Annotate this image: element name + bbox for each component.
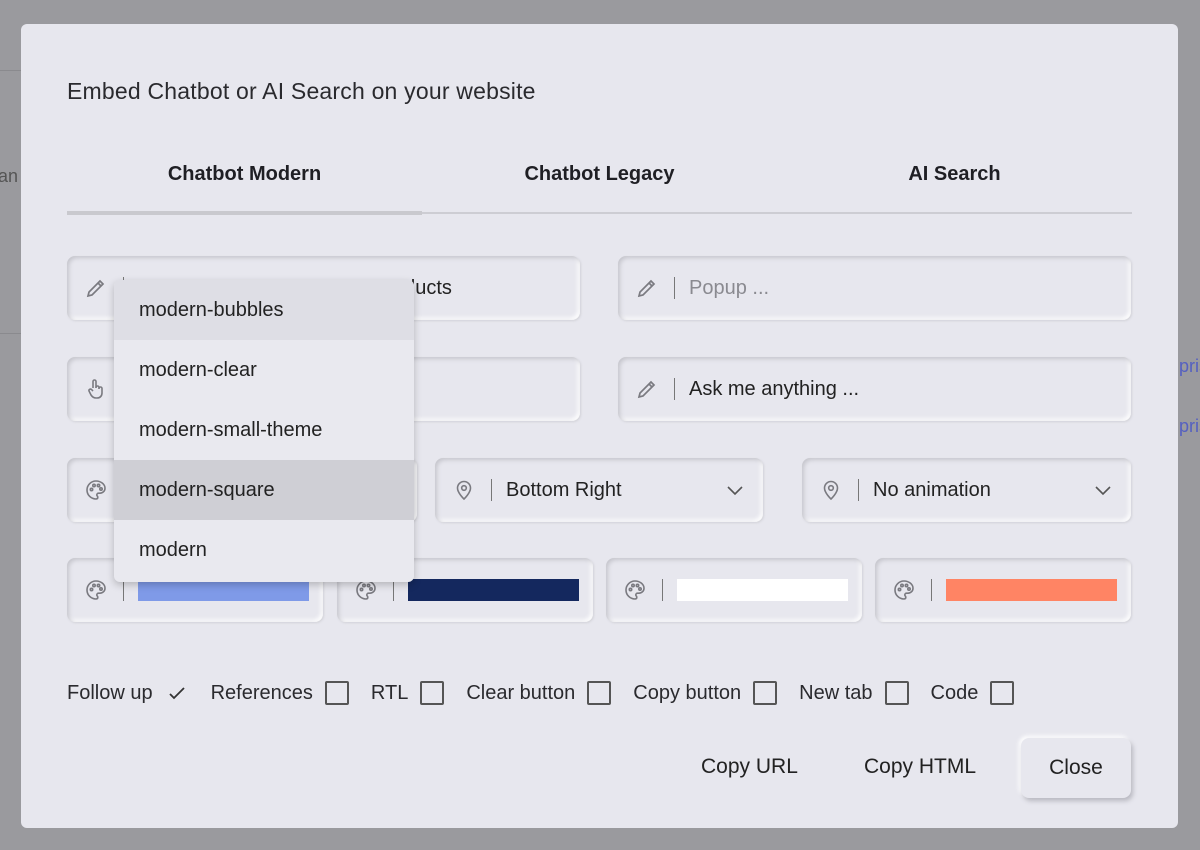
background-color-field[interactable] [606,558,862,622]
dropdown-option[interactable]: modern-clear [114,340,414,400]
checkmark-icon [165,681,189,705]
hand-pointer-icon [83,376,109,402]
field-separator [674,378,675,400]
accent-color-swatch[interactable] [946,579,1117,601]
modal-title: Embed Chatbot or AI Search on your websi… [67,78,536,104]
field-separator [931,579,932,601]
code-checkbox[interactable]: Code [931,681,1015,705]
location-pin-icon [818,477,844,503]
dropdown-option[interactable]: modern-small-theme [114,400,414,460]
animation-value: No animation [873,478,991,501]
position-select[interactable]: Bottom Right [435,458,763,522]
rtl-checkbox[interactable]: RTL [370,681,445,705]
field-separator [491,479,492,501]
checkbox-label: Copy button [633,681,742,704]
chevron-down-icon [725,480,745,505]
checkbox-label: New tab [799,681,873,704]
theme-dropdown-menu: modern-bubbles modern-clear modern-small… [114,280,414,582]
checkbox-box [587,681,612,705]
background-link: pris [1179,356,1200,376]
copy-button-checkbox[interactable]: Copy button [633,681,778,705]
checkbox-label: Follow up [67,681,153,704]
checkbox-label: References [210,681,313,704]
field-separator [123,579,124,601]
location-pin-icon [451,477,477,503]
palette-icon [622,577,648,603]
pencil-icon [83,275,109,301]
references-checkbox[interactable]: References [211,681,349,705]
popup-field[interactable]: Popup ... [618,256,1131,320]
options-row: Follow up References RTL Clear button Co… [67,681,1036,705]
checkbox-label: RTL [370,681,409,704]
background-divider [0,333,21,334]
greeting-value: Ask me anything ... [689,377,860,400]
copy-url-button[interactable]: Copy URL [701,755,798,779]
popup-placeholder: Popup ... [689,276,770,299]
checkbox-box [420,681,445,705]
primary-color-swatch[interactable] [138,579,309,601]
tab-ai-search[interactable]: AI Search [777,154,1132,212]
field-separator [393,579,394,601]
clear-button-checkbox[interactable]: Clear button [466,681,612,705]
dropdown-option[interactable]: modern-square [114,460,414,520]
greeting-field[interactable]: Ask me anything ... [618,357,1131,421]
chevron-down-icon [1093,480,1113,505]
dropdown-option[interactable]: modern [114,520,414,580]
checkbox-box [884,681,909,705]
copy-html-button[interactable]: Copy HTML [864,755,976,779]
checkbox-label: Clear button [466,681,576,704]
tab-chatbot-modern[interactable]: Chatbot Modern [67,154,422,215]
palette-icon [83,477,109,503]
pencil-icon [634,275,660,301]
checkbox-box [753,681,778,705]
palette-icon [891,577,917,603]
background-link: pris [1179,416,1200,436]
checkbox-box [324,681,349,705]
checkbox-label: Code [930,681,979,704]
tab-chatbot-legacy[interactable]: Chatbot Legacy [422,154,777,212]
field-separator [674,277,675,299]
accent-color-field[interactable] [875,558,1131,622]
new-tab-checkbox[interactable]: New tab [799,681,909,705]
secondary-color-swatch[interactable] [408,579,579,601]
field-separator [858,479,859,501]
background-divider [0,70,21,71]
field-separator [662,579,663,601]
dropdown-option[interactable]: modern-bubbles [114,280,414,340]
background-text: an [0,166,19,186]
follow-up-checkbox[interactable]: Follow up [67,681,189,705]
background-color-swatch[interactable] [677,579,848,601]
palette-icon [83,577,109,603]
checkbox-box [990,681,1015,705]
pencil-icon [634,376,660,402]
close-button[interactable]: Close [1021,738,1131,798]
tab-bar: Chatbot Modern Chatbot Legacy AI Search [67,154,1132,215]
animation-select[interactable]: No animation [802,458,1131,522]
position-value: Bottom Right [506,478,622,501]
